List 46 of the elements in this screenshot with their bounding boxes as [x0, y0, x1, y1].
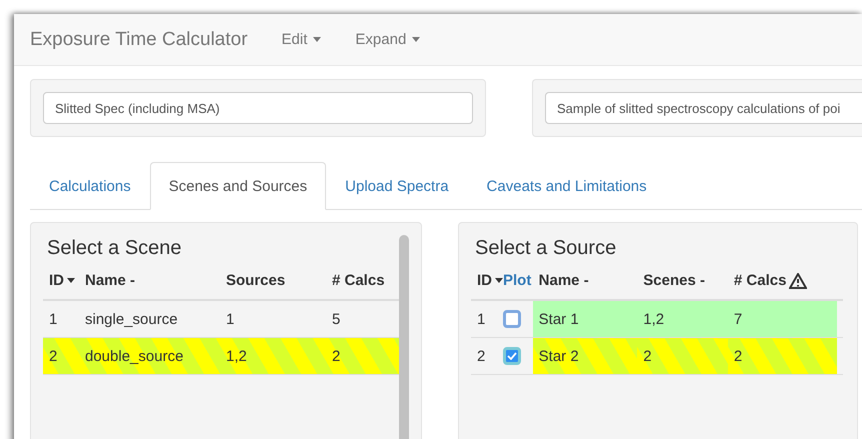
table-cell: 2 — [49, 348, 58, 364]
tab[interactable]: Upload Spectra — [326, 162, 468, 210]
table-cell: 1 — [226, 310, 234, 328]
plot-checkbox[interactable] — [503, 347, 521, 365]
column-header[interactable]: Sources — [226, 272, 286, 289]
table-cell: 2 — [643, 348, 652, 364]
table-cell: 1,2 — [226, 348, 247, 364]
column-header[interactable]: Name - — [85, 272, 136, 289]
table-cell: 2 — [734, 348, 742, 364]
column-header[interactable]: Scenes - — [643, 272, 705, 289]
menu-dropdown[interactable]: Expand — [355, 31, 420, 48]
table-cell: 1,2 — [643, 310, 664, 328]
scene-row[interactable]: 2 double_source 1,2 2 — [43, 338, 402, 374]
scrollbar[interactable] — [399, 235, 409, 439]
menu-dropdown[interactable]: Edit — [282, 31, 322, 48]
table-cell: 5 — [332, 310, 340, 328]
table-cell: 2 — [477, 348, 486, 364]
table-cell: 2 — [332, 348, 340, 364]
plot-checkbox[interactable] — [503, 310, 521, 328]
table-cell: double_source — [85, 348, 184, 364]
sort-caret-icon — [67, 278, 75, 283]
source-name-cell[interactable]: Star 1 — [532, 300, 638, 338]
sort-caret-icon — [495, 278, 503, 283]
source-name-cell[interactable]: Star 2 — [532, 338, 638, 374]
check-icon — [507, 352, 517, 360]
warning-icon — [789, 272, 808, 288]
description-field[interactable]: Sample of slitted spectroscopy calculations of poi — [545, 92, 862, 124]
panel-title: Select a Scene — [47, 237, 183, 260]
column-header[interactable]: Name - — [538, 272, 589, 289]
column-header[interactable]: ID — [477, 272, 492, 289]
caret-icon — [412, 37, 420, 42]
column-header[interactable]: ID — [49, 272, 64, 289]
column-header[interactable]: # Calcs — [332, 272, 385, 289]
table-cell: 1 — [49, 310, 58, 328]
column-header[interactable]: # Calcs — [734, 272, 786, 289]
table-cell: 7 — [734, 310, 742, 328]
tab[interactable]: Caveats and Limitations — [468, 162, 666, 210]
tab[interactable]: Calculations — [30, 162, 150, 210]
panel-title: Select a Source — [475, 237, 618, 260]
app-title: Exposure Time Calculator — [30, 28, 248, 50]
table-cell: single_source — [85, 310, 178, 328]
table-cell: 1 — [477, 310, 486, 328]
caret-icon — [313, 37, 322, 42]
name-field[interactable]: Slitted Spec (including MSA) — [43, 92, 473, 124]
tab[interactable]: Scenes and Sources — [150, 162, 326, 210]
column-header[interactable]: Plot — [503, 272, 532, 289]
